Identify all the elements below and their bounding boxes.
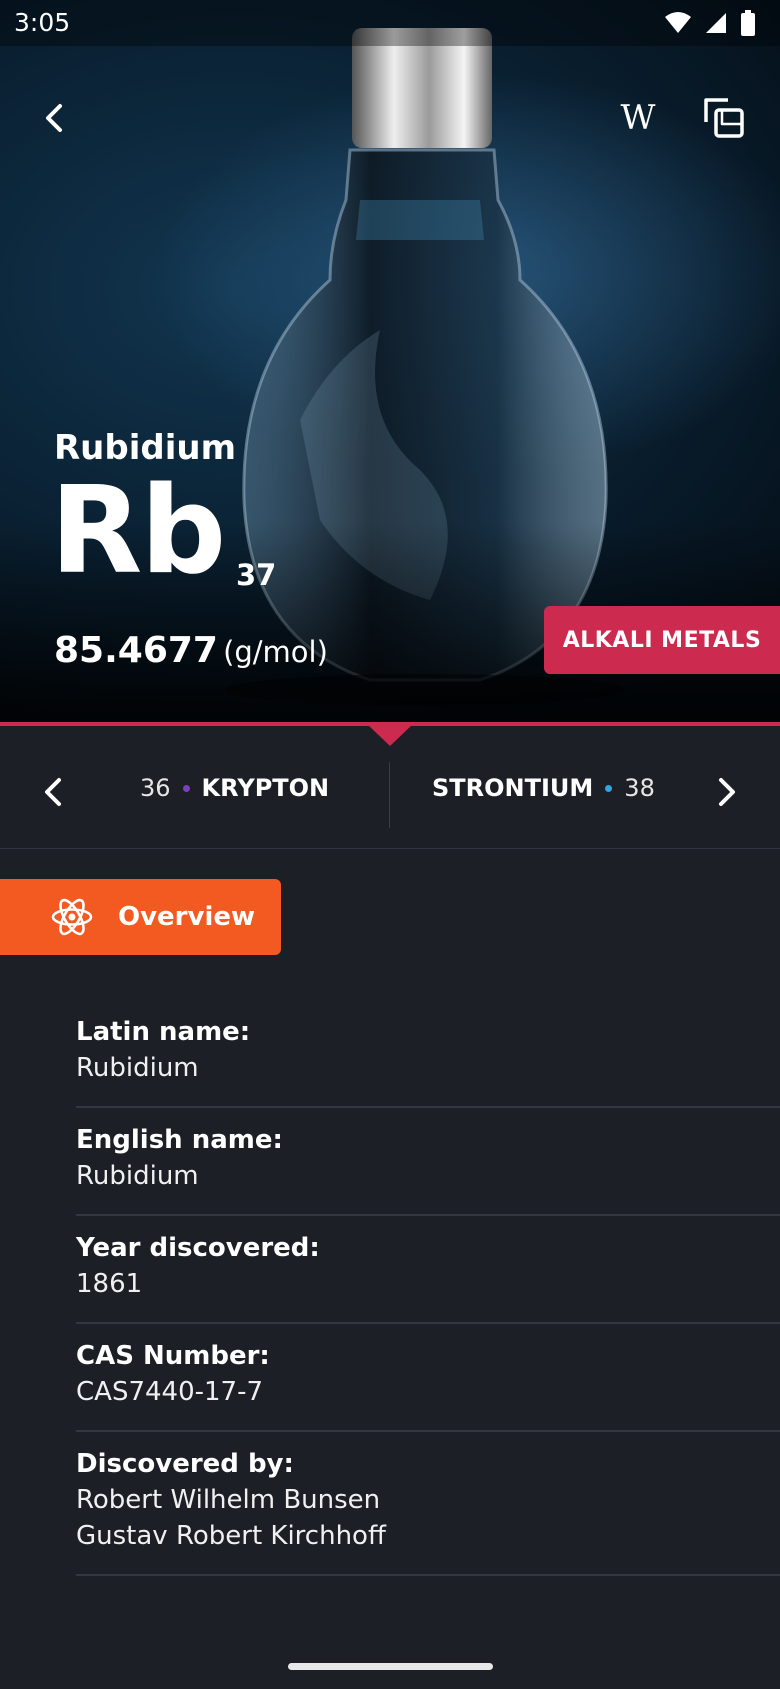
previous-element-link[interactable]: 36 KRYPTON xyxy=(140,774,329,802)
previous-element-button[interactable] xyxy=(38,774,68,810)
detail-value: Robert Wilhelm Bunsen xyxy=(76,1485,381,1515)
previous-element-dot xyxy=(182,784,190,792)
detail-cas-number: CAS Number: CAS7440-17-7 xyxy=(76,1324,780,1432)
wifi-icon xyxy=(665,12,691,33)
detail-label: CAS Number: xyxy=(76,1341,270,1371)
element-symbol: Rb xyxy=(50,462,226,601)
detail-label: Year discovered: xyxy=(76,1233,320,1263)
atomic-mass: 85.4677 (g/mol) xyxy=(54,630,328,671)
next-element-button[interactable] xyxy=(712,774,742,810)
nav-bottom-border xyxy=(0,848,780,849)
detail-english-name: English name: Rubidium xyxy=(76,1108,780,1216)
atom-icon xyxy=(51,898,93,936)
detail-value: 1861 xyxy=(76,1269,143,1299)
wikipedia-button[interactable]: W xyxy=(610,96,666,140)
wikipedia-icon: W xyxy=(620,98,656,138)
detail-year-discovered: Year discovered: 1861 xyxy=(76,1216,780,1324)
status-bar: 3:05 xyxy=(0,0,780,46)
details-list: Latin name: Rubidium English name: Rubid… xyxy=(76,1000,780,1576)
chevron-left-icon xyxy=(46,104,62,132)
next-element-number: 38 xyxy=(624,774,655,802)
chevron-right-icon xyxy=(719,778,735,806)
next-element-dot xyxy=(605,784,613,792)
detail-discovered-by: Discovered by: Robert Wilhelm Bunsen Gus… xyxy=(76,1432,780,1576)
next-element-link[interactable]: STRONTIUM 38 xyxy=(432,774,655,802)
atomic-mass-unit: (g/mol) xyxy=(223,635,328,669)
hero-image: 3:05 W Rubidium Rb 37 85.4677 (g/mol) AL… xyxy=(0,0,780,722)
atomic-number: 37 xyxy=(236,558,277,592)
status-time: 3:05 xyxy=(14,8,71,37)
detail-value: CAS7440-17-7 xyxy=(76,1377,264,1407)
element-navigation: 36 KRYPTON STRONTIUM 38 xyxy=(0,722,780,849)
detail-value-second: Gustav Robert Kirchhoff xyxy=(76,1521,386,1551)
nav-divider xyxy=(389,762,390,828)
detail-latin-name: Latin name: Rubidium xyxy=(76,1000,780,1108)
atomic-mass-value: 85.4677 xyxy=(54,630,218,671)
category-button[interactable]: ALKALI METALS xyxy=(544,606,780,674)
signal-icon xyxy=(706,13,726,33)
battery-icon xyxy=(741,10,755,36)
status-icons xyxy=(664,10,756,36)
chevron-left-icon xyxy=(45,778,61,806)
detail-value: Rubidium xyxy=(76,1161,199,1191)
home-indicator[interactable] xyxy=(288,1663,493,1670)
detail-label: Latin name: xyxy=(76,1017,251,1047)
compare-icon xyxy=(704,98,744,138)
detail-label: Discovered by: xyxy=(76,1449,294,1479)
detail-value: Rubidium xyxy=(76,1053,199,1083)
back-button[interactable] xyxy=(36,98,72,138)
compare-button[interactable] xyxy=(700,94,748,142)
previous-element-name: KRYPTON xyxy=(201,774,330,802)
tab-overview[interactable]: Overview xyxy=(0,879,281,955)
previous-element-number: 36 xyxy=(140,774,171,802)
nav-notch xyxy=(367,724,413,746)
detail-label: English name: xyxy=(76,1125,283,1155)
tab-overview-label: Overview xyxy=(118,902,256,932)
next-element-name: STRONTIUM xyxy=(432,774,594,802)
